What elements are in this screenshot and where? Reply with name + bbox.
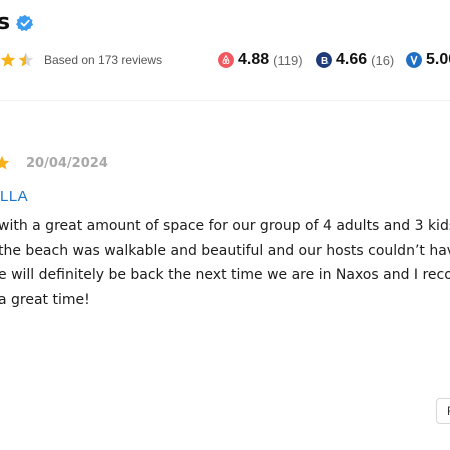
review-date: 20/04/2024 [26,155,108,171]
vrbo-score: 5.00 [426,51,450,68]
booking-icon: B [316,52,332,68]
vrbo-icon [406,52,422,68]
star-icon [0,155,10,170]
platform-airbnb[interactable]: 4.88 (119) [218,48,303,72]
reviewer-name: LLA [0,188,29,205]
verified-badge-icon [16,14,34,32]
rating-summary: Based on 173 reviews 4.88 (119) B 4.66 (… [0,48,450,72]
star-half-icon [18,52,34,67]
platform-vrbo[interactable]: 5.00 [406,48,450,72]
review-widget: s Based on 173 reviews 4.88 (119) B 4.66… [0,0,450,450]
svg-text:B: B [321,56,328,67]
star-icon [0,52,16,67]
section-divider [0,100,450,101]
review-text-line: with a great amount of space for our gro… [0,218,450,234]
property-title: s [0,10,11,35]
review-meta: 20/04/2024 [0,152,108,174]
review-count-text: Based on 173 reviews [44,53,163,67]
booking-count: (16) [371,52,395,68]
overall-stars [0,52,34,68]
platform-booking[interactable]: B 4.66 (16) [316,48,394,72]
corner-button[interactable]: F [436,398,450,424]
title-row: s [0,10,34,36]
booking-score: 4.66 [336,51,368,68]
review-text: with a great amount of space for our gro… [0,214,450,312]
airbnb-count: (119) [273,52,303,68]
airbnb-score: 4.88 [238,51,270,68]
review-text-line: e will definitely be back the next time … [0,267,450,283]
review-text-line: a great time! [0,291,90,308]
review-text-line: the beach was walkable and beautiful and… [0,242,450,259]
airbnb-icon [218,52,234,68]
